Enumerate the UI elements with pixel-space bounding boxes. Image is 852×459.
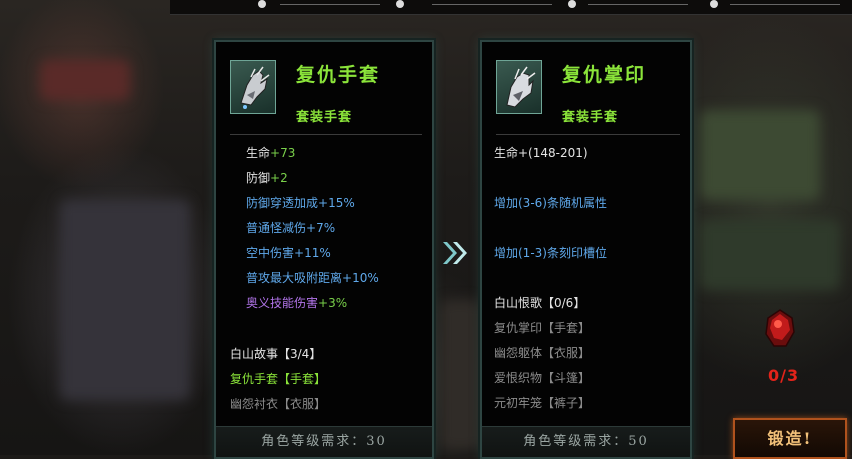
divider [496,134,680,135]
stat-label: 普攻最大吸附距离 [246,271,343,285]
item-name: 复仇掌印 [562,64,647,86]
stat-attract-range: 普攻最大吸附距离+10% [246,269,379,286]
stat-hp-range: 生命+(148-201) [494,146,588,160]
stat-label: 防御 [246,171,271,185]
forge-button[interactable]: 锻造! [733,418,847,459]
stat-hp: 生命+73 [246,144,295,161]
divider [230,134,422,135]
glove-item-icon [230,60,276,114]
stat-label: 空中伤害 [246,246,295,260]
stat-value: +7% [306,221,336,235]
chevron-right-icon [443,242,467,264]
set-name: 白山恨歌【0/6】 [494,296,586,310]
resource-icon [396,0,404,8]
stat-defense: 防御+2 [246,169,288,186]
material-gem-icon[interactable] [762,306,798,352]
set-item: 复仇手套【手套】 [230,372,327,386]
stat-value: +10% [342,271,379,285]
stat-label: 普通怪减伤 [246,221,307,235]
set-name: 白山故事【3/4】 [230,347,322,361]
stat-defense-pierce: 防御穿透加成+15% [246,194,355,211]
current-item-panel: 复仇手套 套装手套 生命+73 防御+2 防御穿透加成+15% 普通怪减伤+7%… [214,40,434,459]
stat-value: +2 [270,171,288,185]
level-requirement: 角色等级需求：30 [216,426,432,457]
stat-label: 防御穿透加成 [246,196,319,210]
stat-mob-reduction: 普通怪减伤+7% [246,219,335,236]
stat-ultimate-damage: 奥义技能伤害+3% [246,294,347,311]
material-count: 0/3 [768,366,800,385]
stat-value: +73 [270,146,296,160]
stat-value: +15% [318,196,355,210]
resource-icon [568,0,576,8]
resource-icon [710,0,718,8]
stat-air-damage: 空中伤害+11% [246,244,331,261]
top-resource-bar [170,0,852,15]
stat-label: 奥义技能伤害 [246,296,319,310]
stat-label: 生命 [246,146,271,160]
set-item: 复仇掌印【手套】 [494,321,591,335]
item-type: 套装手套 [296,110,353,125]
set-item: 爱恨织物【斗篷】 [494,371,591,385]
item-type: 套装手套 [562,110,619,125]
set-item: 幽怨衬衣【衣服】 [230,397,327,411]
resource-icon [258,0,266,8]
glove-item-icon [496,60,542,114]
set-item: 元初牢笼【裤子】 [494,396,591,410]
stat-value: +3% [318,296,348,310]
target-item-panel: 复仇掌印 套装手套 生命+(148-201) 增加(3-6)条随机属性 增加(1… [480,40,692,459]
stat-engrave-slots: 增加(1-3)条刻印槽位 [494,246,607,260]
stat-random-attributes: 增加(3-6)条随机属性 [494,196,607,210]
set-item: 幽怨躯体【衣服】 [494,346,591,360]
stat-value: +11% [294,246,331,260]
level-requirement: 角色等级需求：50 [482,426,690,457]
item-name: 复仇手套 [296,64,381,86]
